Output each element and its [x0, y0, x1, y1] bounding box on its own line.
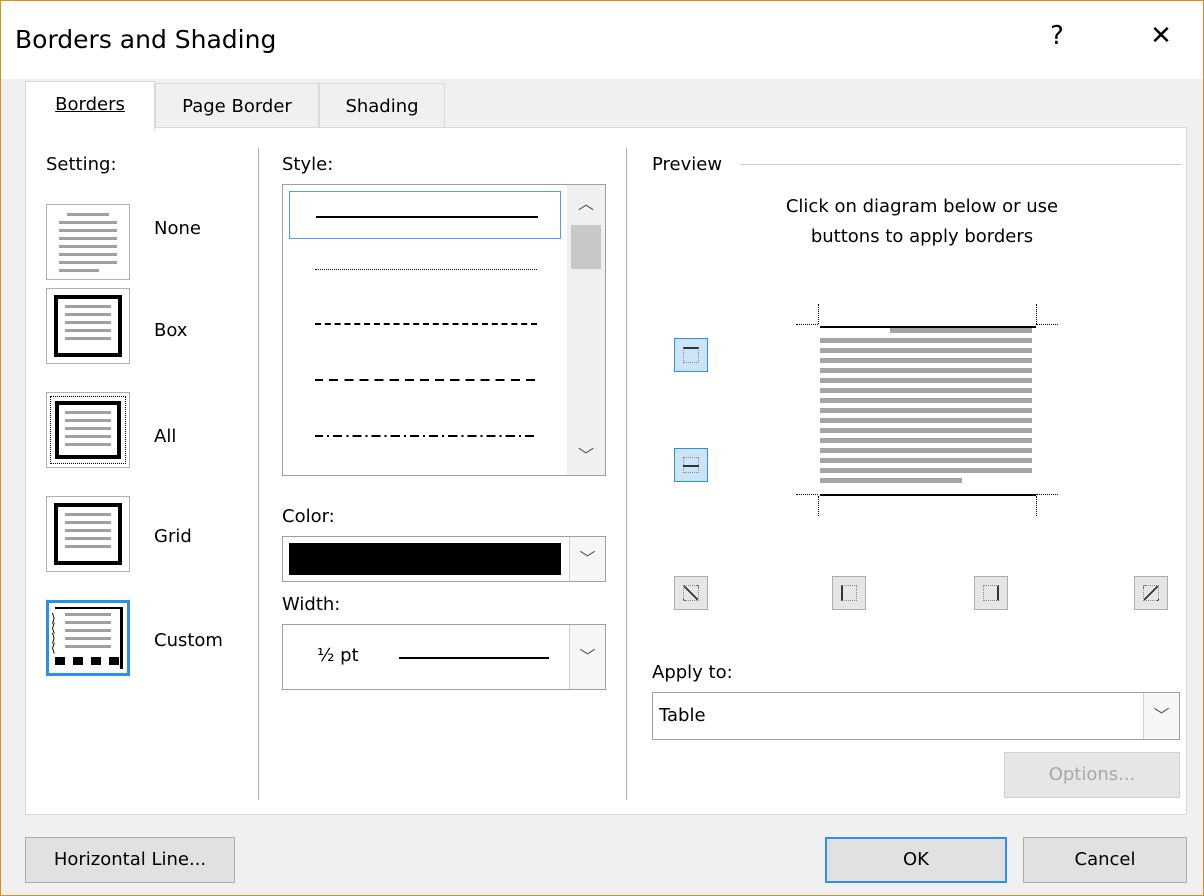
borders-and-shading-dialog: Borders and Shading ? ✕ Borders Page Bor…: [0, 0, 1204, 896]
tab-page-border[interactable]: Page Border: [155, 83, 319, 129]
tab-shading[interactable]: Shading: [319, 83, 445, 129]
divider-left: [258, 148, 259, 800]
dialog-title: Borders and Shading: [15, 25, 277, 54]
tab-shading-label: Shading: [345, 96, 419, 117]
tab-borders-label: Borders: [55, 94, 125, 115]
tab-page-border-label: Page Border: [182, 96, 292, 117]
divider-right: [626, 148, 627, 800]
setting-grid-icon[interactable]: [46, 496, 130, 572]
style-heading: Style:: [282, 154, 334, 175]
scroll-thumb[interactable]: [571, 225, 601, 269]
style-item-dotted[interactable]: [289, 245, 561, 293]
setting-heading: Setting:: [46, 154, 117, 175]
preview-heading: Preview: [652, 154, 723, 175]
setting-box-label[interactable]: Box: [154, 320, 187, 341]
right-border-button[interactable]: [974, 576, 1008, 610]
preview-rule: [740, 164, 1182, 165]
style-item-solid[interactable]: [289, 191, 561, 239]
ok-button[interactable]: OK: [825, 837, 1007, 883]
style-item-dashed-small[interactable]: [289, 299, 561, 347]
diagonal-down-border-button[interactable]: [1134, 576, 1168, 610]
horizontal-line-button[interactable]: Horizontal Line...: [25, 837, 235, 883]
setting-box-icon[interactable]: [46, 288, 130, 364]
inside-horizontal-border-button[interactable]: [674, 448, 708, 482]
scroll-up-icon[interactable]: ︿: [567, 185, 605, 223]
setting-all-icon[interactable]: [46, 392, 130, 468]
setting-all-label[interactable]: All: [154, 426, 176, 447]
close-icon[interactable]: ✕: [1141, 21, 1181, 51]
setting-grid-label[interactable]: Grid: [154, 526, 192, 547]
setting-custom-icon[interactable]: ⟩ ⟨ ⟩ ⟨: [46, 600, 130, 676]
chevron-down-icon[interactable]: ﹀: [569, 537, 605, 581]
apply-to-value: Table: [659, 705, 706, 726]
apply-to-label: Apply to:: [652, 662, 733, 683]
cancel-button[interactable]: Cancel: [1023, 837, 1187, 883]
width-dropdown[interactable]: ½ pt ﹀: [282, 624, 606, 690]
style-item-dash-dot[interactable]: [289, 411, 561, 459]
color-dropdown[interactable]: ﹀: [282, 536, 606, 582]
borders-panel: Setting: None Box All Grid ⟩ ⟨ ⟩ ⟨ Custo…: [25, 127, 1187, 815]
width-line-sample: [399, 657, 549, 659]
color-label: Color:: [282, 506, 335, 527]
setting-custom-label[interactable]: Custom: [154, 630, 223, 651]
color-swatch: [289, 543, 561, 575]
chevron-down-icon[interactable]: ﹀: [569, 625, 605, 689]
top-border-button[interactable]: [674, 338, 708, 372]
width-value: ½ pt: [317, 645, 359, 666]
preview-diagram[interactable]: [796, 304, 1066, 524]
preview-instruction-line2: buttons to apply borders: [810, 226, 1034, 247]
setting-none-label[interactable]: None: [154, 218, 201, 239]
style-item-dashed[interactable]: [289, 355, 561, 403]
apply-to-dropdown[interactable]: Table ﹀: [652, 692, 1180, 740]
style-scrollbar[interactable]: ︿ ﹀: [567, 185, 605, 475]
tab-borders[interactable]: Borders: [25, 81, 155, 131]
preview-instruction-line1: Click on diagram below or use: [785, 196, 1059, 217]
diagonal-up-border-button[interactable]: [674, 576, 708, 610]
options-button[interactable]: Options...: [1004, 752, 1180, 798]
scroll-down-icon[interactable]: ﹀: [567, 437, 605, 475]
setting-none-icon[interactable]: [46, 204, 130, 280]
width-label: Width:: [282, 594, 341, 615]
title-bar: Borders and Shading ? ✕: [1, 1, 1203, 79]
chevron-down-icon[interactable]: ﹀: [1143, 693, 1179, 739]
left-border-button[interactable]: [832, 576, 866, 610]
style-listbox[interactable]: ︿ ﹀: [282, 184, 606, 476]
help-button[interactable]: ?: [1037, 21, 1077, 51]
